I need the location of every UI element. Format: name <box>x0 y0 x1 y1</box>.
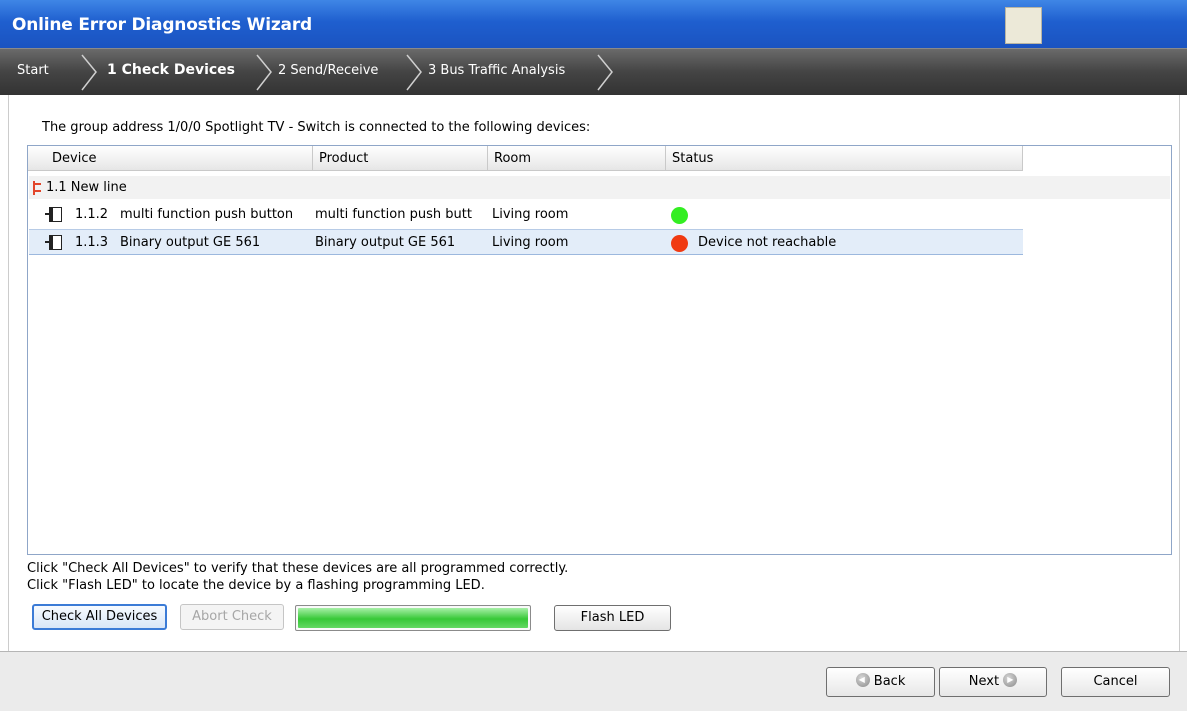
back-arrow-icon: ◀ <box>855 673 870 687</box>
room-name: Living room <box>492 207 569 222</box>
device-address: 1.1.3 <box>75 235 109 250</box>
devices-table[interactable]: Device Product Room Status 1.1 New line … <box>27 145 1172 555</box>
device-name: Binary output GE 561 <box>120 235 261 250</box>
help-text-flash: Click "Flash LED" to locate the device b… <box>27 578 485 593</box>
line-icon <box>33 181 41 195</box>
back-button-label: Back <box>873 674 906 689</box>
next-button[interactable]: Next ▶ <box>939 667 1047 697</box>
next-button-label: Next <box>968 674 1000 689</box>
chevron-right-icon <box>597 54 613 91</box>
cancel-button[interactable]: Cancel <box>1061 667 1170 697</box>
status-ok-icon <box>671 207 688 224</box>
device-address: 1.1.2 <box>75 207 109 222</box>
help-text-check: Click "Check All Devices" to verify that… <box>27 561 569 576</box>
product-name: multi function push butt <box>315 207 472 222</box>
check-progress-bar <box>295 605 531 631</box>
product-name: Binary output GE 561 <box>315 235 456 250</box>
next-arrow-icon: ▶ <box>1003 673 1018 687</box>
back-button[interactable]: ◀ Back <box>826 667 935 697</box>
column-header-product[interactable]: Product <box>313 146 488 171</box>
step-bus-traffic-analysis[interactable]: 3 Bus Traffic Analysis <box>428 63 565 78</box>
table-row[interactable]: 1.1.2 multi function push button multi f… <box>29 202 1170 228</box>
abort-check-button[interactable]: Abort Check <box>180 604 284 630</box>
step-check-devices[interactable]: 1 Check Devices <box>107 62 235 78</box>
progress-fill <box>298 608 528 628</box>
group-label: 1.1 New line <box>46 180 127 195</box>
table-header: Device Product Room Status <box>28 146 1023 171</box>
chevron-right-icon <box>81 54 97 91</box>
title-bar: Online Error Diagnostics Wizard <box>0 0 1187 48</box>
column-header-device[interactable]: Device <box>28 146 313 171</box>
room-name: Living room <box>492 235 569 250</box>
check-all-devices-button[interactable]: Check All Devices <box>32 604 167 630</box>
status-text: Device not reachable <box>698 235 837 250</box>
intro-text: The group address 1/0/0 Spotlight TV - S… <box>42 120 591 135</box>
table-row[interactable]: 1.1.3 Binary output GE 561 Binary output… <box>29 229 1023 255</box>
device-icon <box>45 234 62 251</box>
flash-led-button[interactable]: Flash LED <box>554 605 671 631</box>
status-error-icon <box>671 235 688 252</box>
wizard-steps: Start 1 Check Devices 2 Send/Receive 3 B… <box>0 48 1187 95</box>
column-header-status[interactable]: Status <box>666 146 1023 171</box>
column-header-room[interactable]: Room <box>488 146 666 171</box>
step-send-receive[interactable]: 2 Send/Receive <box>278 63 378 78</box>
group-row-line[interactable]: 1.1 New line <box>29 176 1170 199</box>
device-icon <box>45 206 62 223</box>
step-start[interactable]: Start <box>17 63 49 78</box>
title-bar-button[interactable] <box>1005 7 1042 44</box>
chevron-right-icon <box>406 54 422 91</box>
window-title: Online Error Diagnostics Wizard <box>12 15 312 35</box>
device-name: multi function push button <box>120 207 294 222</box>
chevron-right-icon <box>256 54 272 91</box>
